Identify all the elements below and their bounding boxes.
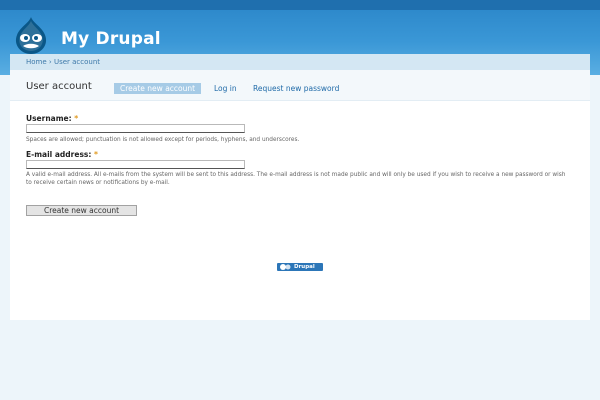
- email-description: A valid e-mail address. All e-mails from…: [26, 172, 566, 186]
- powered-by-drupal-badge[interactable]: Drupal: [277, 263, 323, 271]
- powered-by-text: Drupal: [294, 264, 315, 270]
- email-input[interactable]: [26, 160, 245, 169]
- tab-create-new-account[interactable]: Create new account: [114, 83, 202, 94]
- breadcrumb-separator: ›: [48, 58, 52, 66]
- breadcrumb: Home › User account: [26, 58, 100, 66]
- breadcrumb-home-link[interactable]: Home: [26, 58, 47, 66]
- username-input[interactable]: [26, 124, 245, 133]
- username-label-text: Username:: [26, 114, 72, 123]
- username-label: Username: *: [26, 114, 78, 123]
- page-title: User account: [26, 81, 92, 92]
- tab-log-in[interactable]: Log in: [214, 83, 237, 94]
- email-label: E-mail address: *: [26, 150, 98, 159]
- site-name[interactable]: My Drupal: [61, 29, 161, 49]
- email-label-text: E-mail address:: [26, 150, 92, 159]
- username-required-mark: *: [74, 114, 79, 123]
- create-account-button[interactable]: Create new account: [26, 205, 137, 216]
- drupal-drop-icon[interactable]: [11, 16, 51, 56]
- page-container: Home › User account User account Create …: [10, 54, 590, 320]
- breadcrumb-current-link[interactable]: User account: [54, 58, 100, 66]
- tab-request-new-password[interactable]: Request new password: [253, 83, 339, 94]
- drupal-mini-icon: [280, 264, 291, 270]
- username-description: Spaces are allowed; punctuation is not a…: [26, 137, 300, 143]
- email-required-mark: *: [94, 150, 98, 159]
- breadcrumb-bar: Home › User account: [10, 54, 590, 70]
